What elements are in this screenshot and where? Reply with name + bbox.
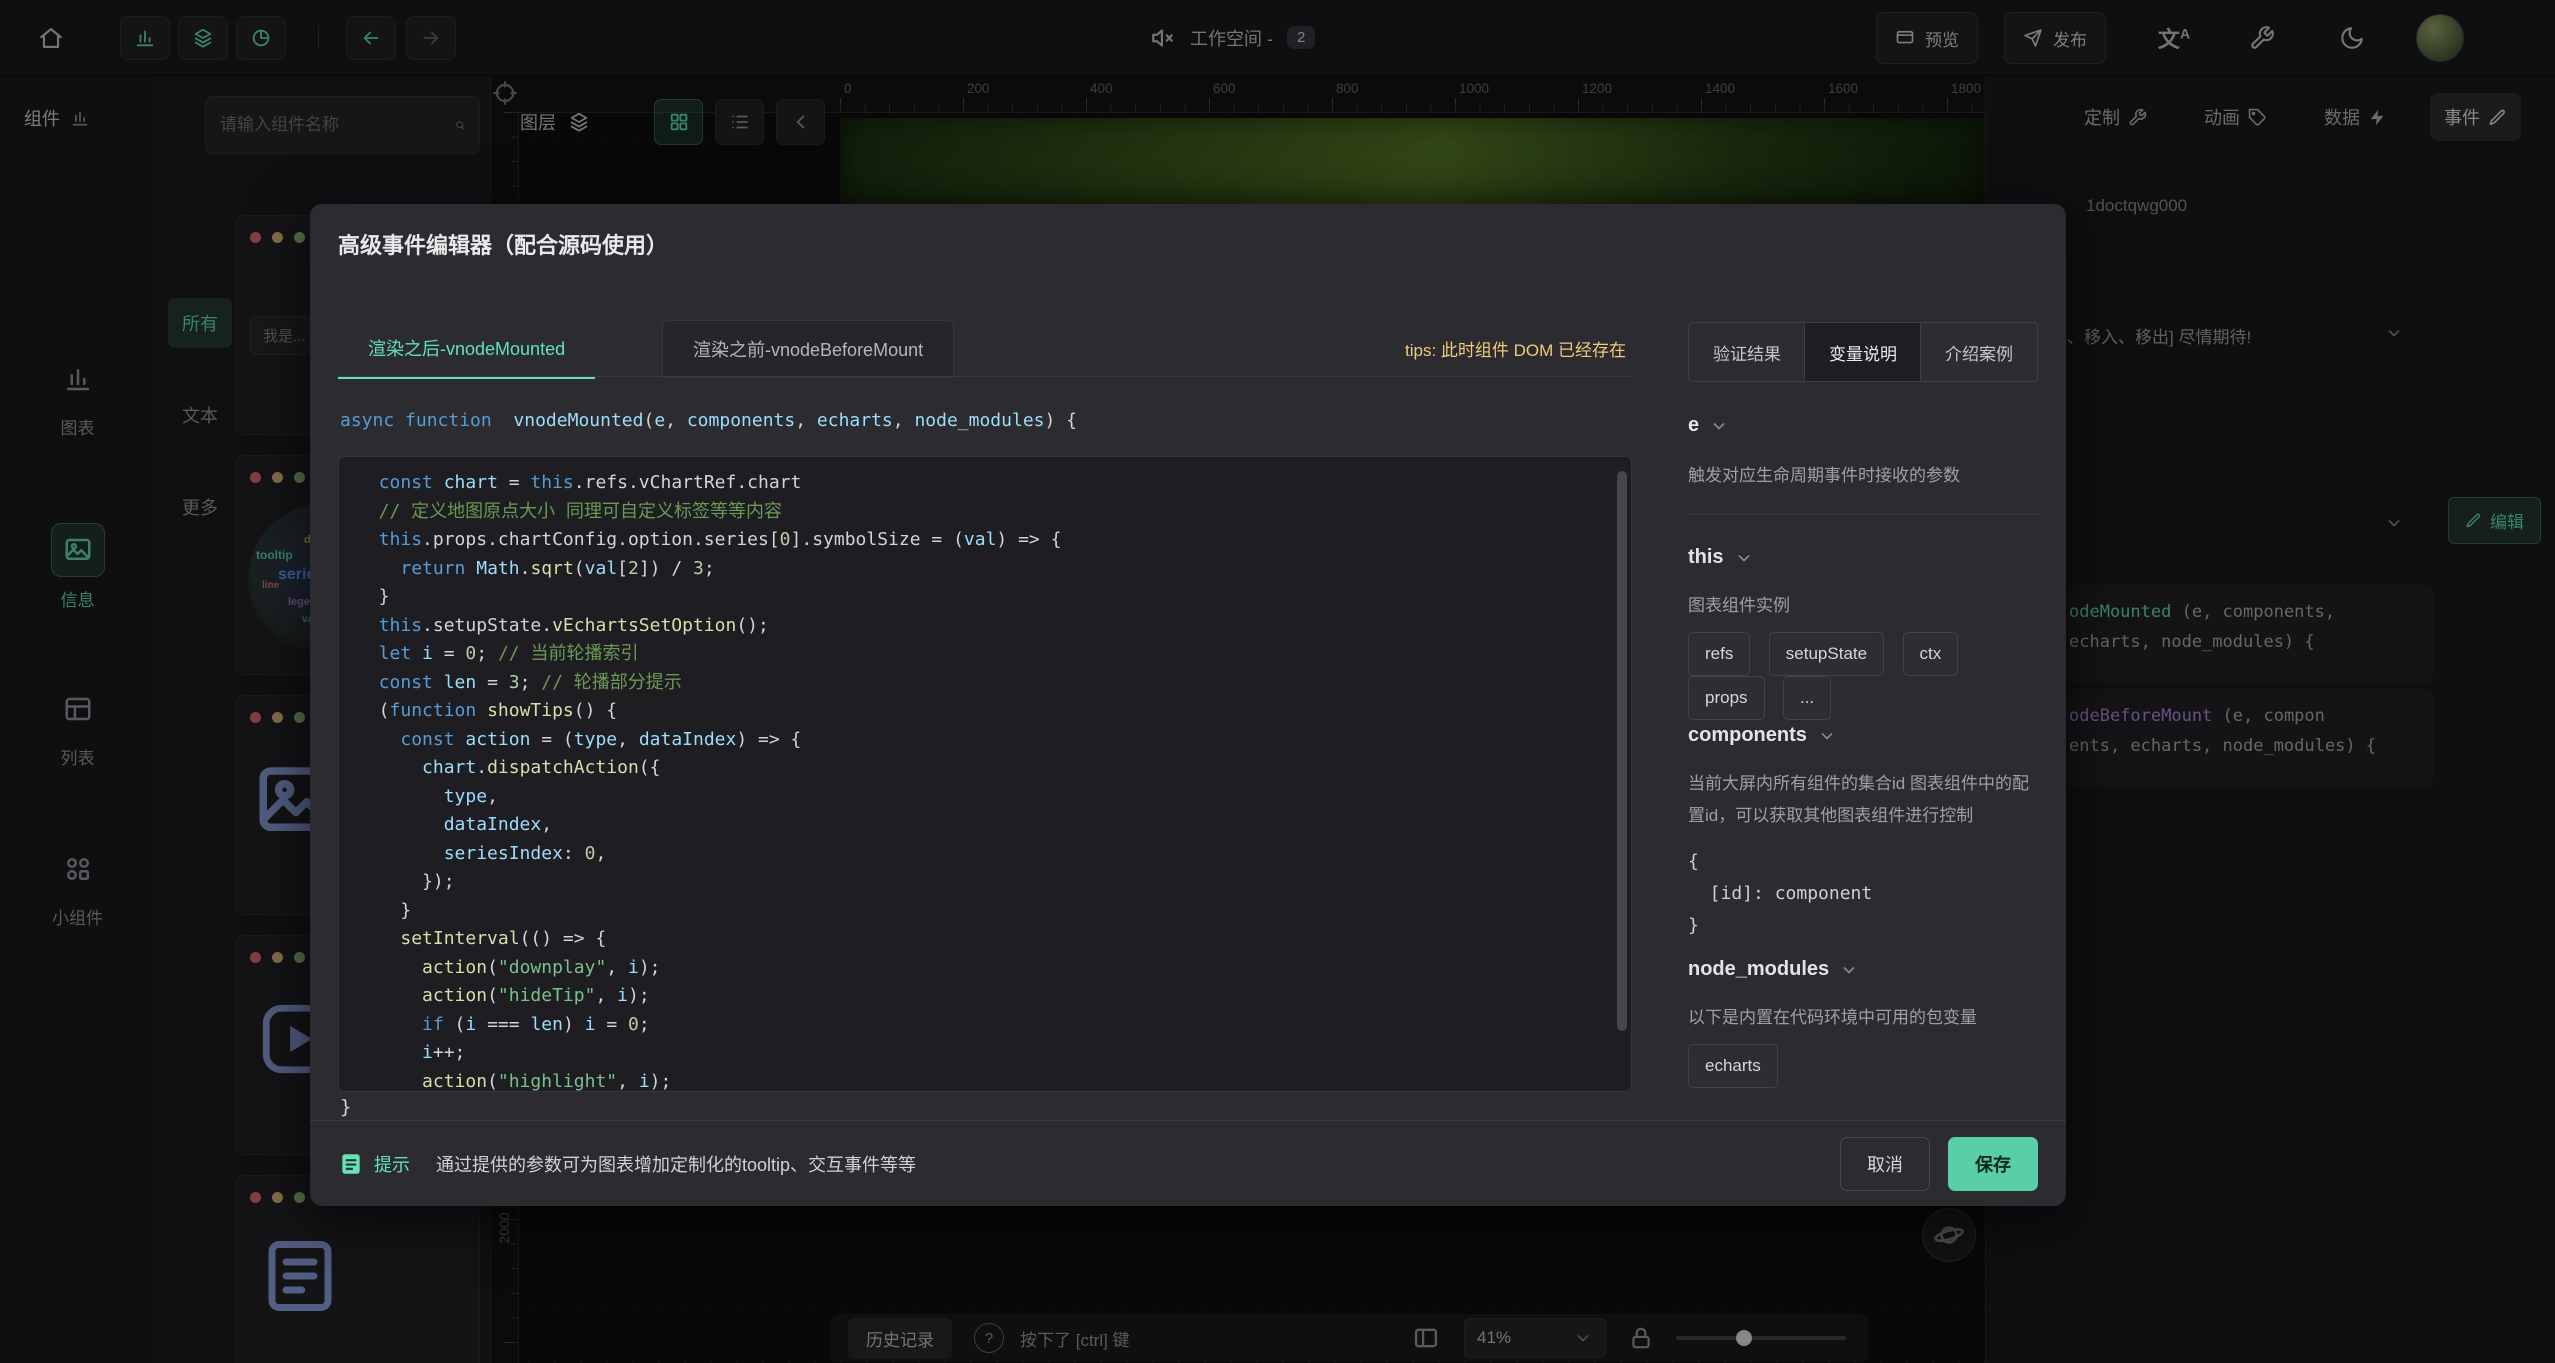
- section-node-modules[interactable]: node_modules: [1688, 958, 1859, 981]
- chevron-down-icon: [1709, 416, 1729, 436]
- components-code-close: }: [1688, 910, 1699, 942]
- chevron-down-icon: [1734, 548, 1754, 568]
- this-chips: refs setupState ctx props ...: [1688, 632, 2038, 720]
- app-screen: 020040060080010001200140016001800 2000 历…: [0, 0, 2555, 1363]
- components-code-body: [id]: component: [1688, 878, 1872, 910]
- section-name: components: [1688, 724, 1807, 747]
- editor-scrollbar[interactable]: [1617, 471, 1627, 1031]
- section-e[interactable]: e: [1688, 414, 1729, 437]
- divider: [1688, 514, 2038, 515]
- help-tab-validation[interactable]: 验证结果: [1688, 322, 1806, 382]
- save-button[interactable]: 保存: [1948, 1137, 2038, 1191]
- doc-icon: [338, 1151, 364, 1177]
- section-this-desc: 图表组件实例: [1688, 590, 2038, 622]
- chip-more[interactable]: ...: [1783, 676, 1831, 720]
- section-name: node_modules: [1688, 958, 1829, 981]
- section-e-desc: 触发对应生命周期事件时接收的参数: [1688, 460, 2038, 492]
- modal-footer: 提示 通过提供的参数可为图表增加定制化的tooltip、交互事件等等 取消 保存: [310, 1120, 2066, 1207]
- components-code-open: {: [1688, 846, 1699, 878]
- function-signature: async function vnodeMounted(e, component…: [340, 410, 1077, 431]
- section-node-modules-desc: 以下是内置在代码环境中可用的包变量: [1688, 1002, 2038, 1034]
- closing-brace: }: [340, 1096, 351, 1118]
- chevron-down-icon: [1839, 960, 1859, 980]
- tab-vnode-mounted[interactable]: 渲染之后-vnodeMounted: [338, 320, 595, 379]
- code-editor[interactable]: const chart = this.refs.vChartRef.chart …: [338, 456, 1632, 1092]
- section-components[interactable]: components: [1688, 724, 1837, 747]
- footer-tip-text: 通过提供的参数可为图表增加定制化的tooltip、交互事件等等: [436, 1151, 916, 1177]
- tab-vnode-beforemount[interactable]: 渲染之前-vnodeBeforeMount: [662, 320, 954, 378]
- chip-setupstate[interactable]: setupState: [1769, 632, 1884, 676]
- chip-refs[interactable]: refs: [1688, 632, 1750, 676]
- chip-ctx[interactable]: ctx: [1903, 632, 1959, 676]
- modal-title: 高级事件编辑器（配合源码使用）: [338, 228, 668, 260]
- code-body[interactable]: const chart = this.refs.vChartRef.chart …: [357, 469, 1061, 1092]
- node-modules-chips: echarts: [1688, 1044, 1792, 1088]
- cancel-button[interactable]: 取消: [1840, 1137, 1930, 1191]
- dom-tip: tips: 此时组件 DOM 已经存在: [1405, 336, 1626, 361]
- help-panel: 验证结果 变量说明 介绍案例 e 触发对应生命周期事件时接收的参数 this 图…: [1688, 322, 2038, 1112]
- chevron-down-icon: [1817, 726, 1837, 746]
- help-tab-variables[interactable]: 变量说明: [1804, 322, 1922, 382]
- chip-props[interactable]: props: [1688, 676, 1765, 720]
- section-components-desc: 当前大屏内所有组件的集合id 图表组件中的配置id，可以获取其他图表组件进行控制: [1688, 768, 2038, 832]
- section-name: e: [1688, 414, 1699, 437]
- section-this[interactable]: this: [1688, 546, 1754, 569]
- advanced-event-editor-modal: 高级事件编辑器（配合源码使用） 渲染之后-vnodeMounted 渲染之前-v…: [310, 204, 2066, 1206]
- section-name: this: [1688, 546, 1724, 569]
- tab-divider: [338, 376, 1630, 377]
- footer-tip-label: 提示: [374, 1151, 410, 1177]
- help-tab-examples[interactable]: 介绍案例: [1920, 322, 2038, 382]
- chip-echarts[interactable]: echarts: [1688, 1044, 1778, 1088]
